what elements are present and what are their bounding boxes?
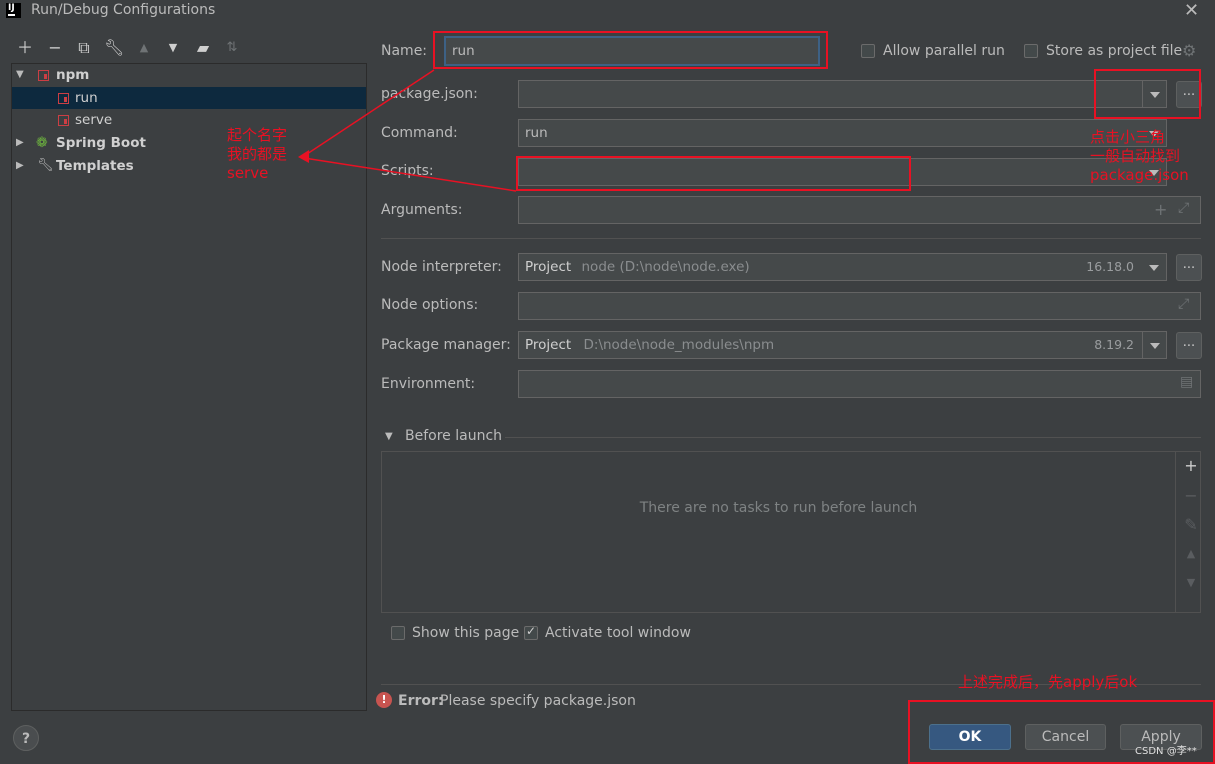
watermark: CSDN @李** [1135, 746, 1197, 757]
annotation-arrow-scripts [303, 157, 517, 192]
annotation-line: 我的都是 [227, 145, 288, 163]
annotation-line: 点击小三角 [1090, 128, 1166, 146]
annotation-line: 一般自动找到 [1090, 147, 1181, 165]
annotation-line: serve [227, 164, 269, 182]
annotation-line: 起个名字 [227, 126, 288, 144]
annotation-note-dropdown: 点击小三角 一般自动找到 package.json [1090, 128, 1189, 185]
annotation-arrow-name [303, 69, 435, 157]
annotation-note-buttons: 上述完成后，先apply后ok [958, 673, 1138, 691]
annotation-arrowhead [298, 150, 309, 163]
annotation-arrows [298, 69, 517, 192]
annotation-line: package.json [1090, 166, 1189, 184]
annotation-note-name: 起个名字 我的都是 serve [227, 126, 287, 183]
